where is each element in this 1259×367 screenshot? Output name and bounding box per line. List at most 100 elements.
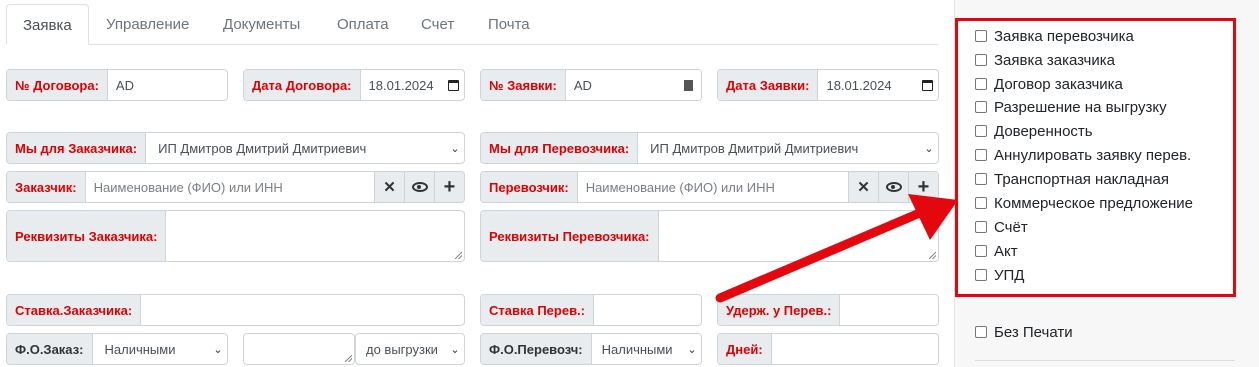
checkbox-icon[interactable]: [975, 197, 987, 209]
doc-label: Доверенность: [994, 122, 1093, 140]
doc-label: Транспортная накладная: [994, 170, 1170, 188]
customer-group: Заказчик: Наименование (ФИО) или ИНН ✕ +: [6, 171, 465, 203]
doc-checkbox-customer-contract[interactable]: Договор заказчика: [975, 74, 1123, 94]
days-input[interactable]: [772, 334, 938, 364]
chevron-down-icon[interactable]: ⌄: [683, 334, 701, 364]
carrier-rate-label: Ставка Перев.:: [481, 295, 595, 325]
annotation-arrow-icon: [715, 194, 958, 303]
chevron-down-icon[interactable]: ⌄: [446, 334, 464, 364]
contract-date-label: Дата Договора:: [244, 70, 361, 100]
we-for-carrier-group: Мы для Перевозчика: ИП Дмитров Дмитрий Д…: [480, 132, 939, 164]
carrier-rate-input[interactable]: [594, 295, 701, 325]
add-icon[interactable]: +: [434, 172, 464, 202]
doc-label: Заявка перевозчика: [994, 27, 1134, 45]
carrier-pay-form-select[interactable]: Наличными: [592, 334, 683, 364]
chevron-down-icon[interactable]: ⌄: [209, 334, 227, 364]
carrier-pay-form-group: Ф.О.Перевозч: Наличными ⌄: [480, 333, 702, 365]
calendar-icon[interactable]: [916, 70, 938, 100]
chevron-down-icon[interactable]: ⌄: [446, 133, 464, 163]
doc-checkbox-carrier-request[interactable]: Заявка перевозчика: [975, 26, 1134, 46]
carrier-pay-form-label: Ф.О.Перевозч:: [481, 334, 592, 364]
doc-label: УПД: [994, 266, 1025, 284]
doc-label: Разрешение на выгрузку: [994, 98, 1167, 116]
we-for-customer-group: Мы для Заказчика: ИП Дмитров Дмитрий Дми…: [6, 132, 465, 164]
request-date-input[interactable]: 18.01.2024: [818, 70, 916, 100]
doc-label: Коммерческое предложение: [994, 194, 1194, 212]
customer-label: Заказчик:: [7, 172, 86, 202]
request-date-group: Дата Заявки: 18.01.2024: [717, 69, 939, 101]
tab-bar: Заявка Управление Документы Оплата Счет …: [6, 4, 938, 45]
customer-pay-term-group: до выгрузки ⌄: [355, 333, 465, 365]
we-for-carrier-label: Мы для Перевозчика:: [481, 133, 639, 163]
eye-icon[interactable]: [404, 172, 434, 202]
customer-details-group: Реквизиты Заказчика:: [6, 210, 465, 262]
resize-handle-icon[interactable]: [455, 252, 462, 259]
customer-rate-group: Ставка.Заказчика:: [6, 294, 465, 326]
customer-input[interactable]: Наименование (ФИО) или ИНН: [86, 172, 374, 202]
checkbox-icon[interactable]: [975, 30, 987, 42]
checkbox-icon[interactable]: [975, 149, 987, 161]
doc-checkbox-power-of-attorney[interactable]: Доверенность: [975, 121, 1093, 141]
checkbox-icon[interactable]: [975, 173, 987, 185]
tab-documents[interactable]: Документы: [207, 4, 316, 45]
doc-checkbox-cancel-carrier-request[interactable]: Аннулировать заявку перев.: [975, 145, 1191, 165]
doc-checkbox-unload-permit[interactable]: Разрешение на выгрузку: [975, 97, 1167, 117]
doc-label: Договор заказчика: [994, 75, 1123, 93]
copy-icon[interactable]: [675, 70, 701, 100]
contract-date-input[interactable]: 18.01.2024: [361, 70, 442, 100]
doc-checkbox-customer-request[interactable]: Заявка заказчика: [975, 50, 1115, 70]
request-number-group: № Заявки: AD: [480, 69, 702, 101]
checkbox-icon[interactable]: [975, 221, 987, 233]
customer-details-label: Реквизиты Заказчика:: [7, 211, 167, 261]
customer-pay-form-label: Ф.О.Заказ:: [7, 334, 93, 364]
divider: [975, 360, 1235, 361]
clear-icon[interactable]: ✕: [374, 172, 404, 202]
contract-date-group: Дата Договора: 18.01.2024: [243, 69, 465, 101]
checkbox-icon[interactable]: [975, 326, 987, 338]
doc-label: Заявка заказчика: [994, 51, 1115, 69]
doc-label: Аннулировать заявку перев.: [994, 146, 1192, 164]
we-for-customer-label: Мы для Заказчика:: [7, 133, 147, 163]
doc-checkbox-commercial-offer[interactable]: Коммерческое предложение: [975, 193, 1193, 213]
doc-checkbox-invoice[interactable]: Счёт: [975, 217, 1028, 237]
request-date-label: Дата Заявки:: [718, 70, 819, 100]
doc-checkbox-act[interactable]: Акт: [975, 241, 1018, 261]
tab-request[interactable]: Заявка: [6, 4, 89, 45]
chevron-down-icon[interactable]: ⌄: [920, 133, 938, 163]
contract-number-label: № Договора:: [7, 70, 108, 100]
resize-handle-icon[interactable]: [345, 355, 352, 362]
tab-payment[interactable]: Оплата: [321, 4, 405, 45]
customer-pay-form-select[interactable]: Наличными: [93, 334, 210, 364]
days-group: Дней:: [717, 333, 939, 365]
checkbox-icon[interactable]: [975, 269, 987, 281]
doc-checkbox-upd[interactable]: УПД: [975, 265, 1024, 285]
customer-rate-label: Ставка.Заказчика:: [7, 295, 142, 325]
customer-details-textarea[interactable]: [166, 211, 464, 261]
customer-pay-form-group: Ф.О.Заказ: Наличными ⌄: [6, 333, 228, 365]
we-for-carrier-select[interactable]: ИП Дмитров Дмитрий Дмитриевич: [638, 133, 920, 163]
customer-pay-note-textarea[interactable]: [243, 333, 355, 365]
checkbox-icon[interactable]: [975, 101, 987, 113]
carrier-rate-group: Ставка Перев.:: [480, 294, 702, 326]
tab-invoice[interactable]: Счет: [405, 4, 470, 45]
tab-management[interactable]: Управление: [90, 4, 205, 45]
request-number-input[interactable]: AD: [566, 70, 675, 100]
checkbox-icon[interactable]: [975, 78, 987, 90]
customer-pay-term-select[interactable]: до выгрузки: [356, 334, 446, 364]
checkbox-icon[interactable]: [975, 54, 987, 66]
checkbox-icon[interactable]: [975, 125, 987, 137]
doc-checkbox-waybill[interactable]: Транспортная накладная: [975, 169, 1169, 189]
request-number-label: № Заявки:: [481, 70, 566, 100]
days-label: Дней:: [718, 334, 772, 364]
no-print-checkbox[interactable]: Без Печати: [975, 322, 1073, 342]
contract-number-group: № Договора: AD: [6, 69, 228, 101]
doc-label: Акт: [994, 242, 1018, 260]
checkbox-icon[interactable]: [975, 245, 987, 257]
carrier-details-label: Реквизиты Перевозчика:: [481, 211, 659, 261]
we-for-customer-select[interactable]: ИП Дмитров Дмитрий Дмитриевич: [146, 133, 446, 163]
tab-mail[interactable]: Почта: [472, 4, 546, 45]
customer-rate-input[interactable]: [141, 295, 464, 325]
calendar-icon[interactable]: [442, 70, 464, 100]
contract-number-input[interactable]: AD: [108, 70, 227, 100]
carrier-label: Перевозчик:: [481, 172, 578, 202]
